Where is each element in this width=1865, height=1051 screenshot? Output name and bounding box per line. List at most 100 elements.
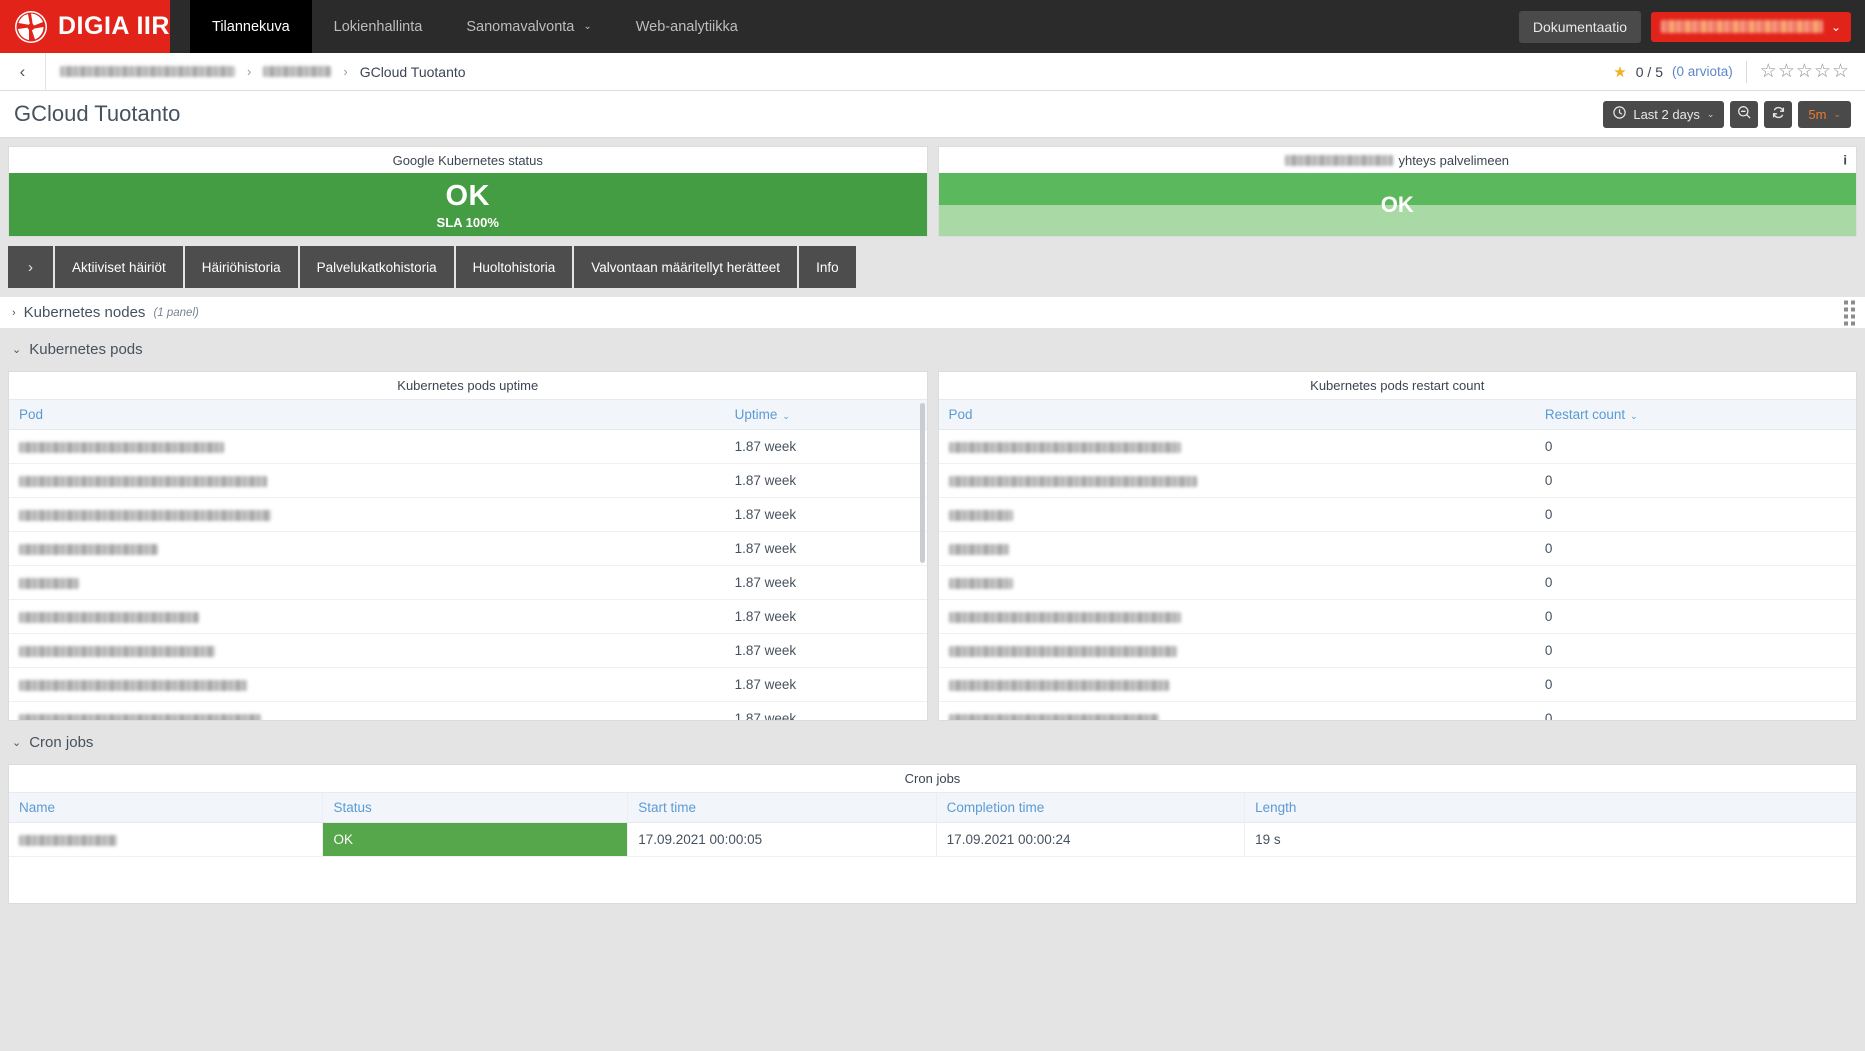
column-header-restart-count[interactable]: Restart count ⌄ (1534, 399, 1856, 430)
status-badge: OK (323, 823, 627, 856)
cell-pod (9, 463, 725, 498)
column-header-completion-time[interactable]: Completion time (936, 792, 1246, 823)
nav-item-lokienhallinta[interactable]: Lokienhallinta (312, 0, 445, 53)
table-row[interactable]: 1.87 week (9, 565, 927, 600)
cell-pod (9, 599, 725, 634)
row-header-kubernetes-nodes[interactable]: › Kubernetes nodes (1 panel) (0, 297, 1865, 328)
cell-restart-count: 0 (1534, 531, 1856, 566)
zoom-out-button[interactable] (1730, 100, 1759, 128)
column-header-status[interactable]: Status (322, 792, 629, 823)
pod-name-redacted (948, 611, 1181, 623)
table-row[interactable]: 1.87 week (9, 429, 927, 464)
refresh-button[interactable] (1764, 100, 1793, 128)
table-row[interactable]: 1.87 week (9, 599, 927, 634)
nav-item-label: Web-analytiikka (635, 18, 738, 35)
table-row[interactable]: 0 (938, 633, 1856, 668)
table-row[interactable]: 0 (938, 531, 1856, 566)
user-account-dropdown[interactable]: ⌄ (1651, 11, 1851, 42)
nav-item-tilannekuva[interactable]: Tilannekuva (190, 0, 312, 53)
table-row[interactable]: 1.87 week (9, 701, 927, 720)
pod-name-redacted (948, 441, 1181, 453)
rating-star-input[interactable]: ☆ ☆ ☆ ☆ ☆ (1760, 62, 1849, 81)
panel-kubernetes-pods-restart-count: Kubernetes pods restart count Pod Restar… (937, 371, 1857, 721)
star-outline-icon-5[interactable]: ☆ (1832, 62, 1849, 81)
column-header-pod[interactable]: Pod (9, 399, 725, 430)
pod-name-redacted (19, 611, 199, 623)
star-outline-icon-1[interactable]: ☆ (1760, 62, 1777, 81)
status-value: OK (445, 179, 490, 212)
table-header-row: Pod Uptime ⌄ (9, 399, 927, 430)
table-row[interactable]: 1.87 week (9, 497, 927, 532)
row-header-kubernetes-pods[interactable]: ⌄ Kubernetes pods (8, 334, 1857, 365)
column-header-pod[interactable]: Pod (938, 399, 1535, 430)
cron-table-filler (9, 857, 1856, 903)
cell-uptime: 1.87 week (724, 599, 927, 634)
table-row[interactable]: 1.87 week (9, 531, 927, 566)
cell-length: 19 s (1244, 822, 1856, 857)
row-header-cron-jobs[interactable]: ⌄ Cron jobs (8, 727, 1857, 758)
panel-title: Google Kubernetes status (392, 152, 543, 168)
dashboard-title-bar: GCloud Tuotanto Last 2 days ⌄ 5m ⌄ (0, 91, 1865, 138)
star-outline-icon-4[interactable]: ☆ (1814, 62, 1831, 81)
sort-caret-icon: ⌄ (782, 411, 790, 421)
tab-hairiohistoria[interactable]: Häiriöhistoria (184, 246, 298, 288)
cell-uptime: 1.87 week (724, 497, 927, 532)
info-icon[interactable]: i (1843, 153, 1847, 168)
nav-item-label: Lokienhallinta (333, 18, 423, 35)
column-header-uptime[interactable]: Uptime ⌄ (724, 399, 927, 430)
cell-restart-count: 0 (1534, 565, 1856, 600)
cell-uptime: 1.87 week (724, 701, 927, 720)
cell-pod (938, 531, 1535, 566)
table-row[interactable]: 0 (938, 497, 1856, 532)
tab-info[interactable]: Info (799, 246, 856, 288)
status-value-box: OK SLA 100% (9, 173, 927, 236)
brand-logo-area[interactable]: DIGIA IIRIS (0, 0, 194, 53)
top-navigation-bar: DIGIA IIRIS Tilannekuva Lokienhallinta S… (0, 0, 1865, 53)
table-row[interactable]: 0 (938, 599, 1856, 634)
documentation-button[interactable]: Dokumentaatio (1518, 10, 1641, 43)
column-label: Completion time (946, 800, 1045, 815)
column-label: Length (1255, 800, 1297, 815)
cell-start-time: 17.09.2021 00:00:05 (627, 822, 937, 857)
breadcrumb-item-redacted-1[interactable] (60, 66, 235, 77)
nav-item-sanomavalvonta[interactable]: Sanomavalvonta ⌄ (444, 0, 613, 53)
table-row[interactable]: 0 (938, 565, 1856, 600)
panel-header: Google Kubernetes status (9, 147, 927, 173)
rating-score: 0 / 5 (1635, 63, 1663, 80)
tab-aktiiviset-hairiot[interactable]: Aktiiviset häiriöt (55, 246, 183, 288)
star-outline-icon-2[interactable]: ☆ (1778, 62, 1795, 81)
column-header-start-time[interactable]: Start time (627, 792, 937, 823)
panel-title: Kubernetes pods uptime (397, 378, 539, 393)
column-header-name[interactable]: Name (9, 792, 324, 823)
row-drag-handle-icon[interactable] (1844, 300, 1855, 325)
breadcrumb-separator: › (247, 64, 252, 79)
row-panel-count: (1 panel) (153, 306, 199, 319)
refresh-interval-picker[interactable]: 5m ⌄ (1798, 100, 1851, 128)
back-button[interactable]: ‹ (0, 52, 46, 91)
time-range-picker[interactable]: Last 2 days ⌄ (1603, 100, 1725, 128)
table-row[interactable]: 1.87 week (9, 633, 927, 668)
tab-palvelukatkohistoria[interactable]: Palvelukatkohistoria (299, 246, 454, 288)
breadcrumb-item-redacted-2[interactable] (263, 66, 332, 77)
tab-huoltohistoria[interactable]: Huoltohistoria (455, 246, 573, 288)
table-row[interactable]: 0 (938, 701, 1856, 720)
table-row[interactable]: 1.87 week (9, 667, 927, 702)
cell-pod (938, 667, 1535, 702)
table-row[interactable]: 0 (938, 429, 1856, 464)
status-panels-row: Google Kubernetes status OK SLA 100% yht… (8, 146, 1857, 237)
tabstrip-expand-button[interactable]: › (8, 246, 53, 288)
table-header-row: Pod Restart count ⌄ (938, 399, 1856, 430)
cell-pod (938, 497, 1535, 532)
table-row[interactable]: OK 17.09.2021 00:00:05 17.09.2021 00:00:… (9, 822, 1856, 857)
table-row[interactable]: 1.87 week (9, 463, 927, 498)
pod-name-redacted (19, 645, 215, 657)
star-outline-icon-3[interactable]: ☆ (1796, 62, 1813, 81)
nav-item-web-analytiikka[interactable]: Web-analytiikka (614, 0, 760, 53)
table-row[interactable]: 0 (938, 667, 1856, 702)
column-header-length[interactable]: Length (1244, 792, 1856, 823)
table-row[interactable]: 0 (938, 463, 1856, 498)
panel-server-connection-status: yhteys palvelimeen i OK (937, 146, 1857, 237)
table-vertical-scrollbar[interactable] (919, 403, 925, 563)
nav-item-label: Sanomavalvonta (466, 18, 575, 35)
tab-valvontaan-maaritellyt-heratteet[interactable]: Valvontaan määritellyt herätteet (574, 246, 798, 288)
